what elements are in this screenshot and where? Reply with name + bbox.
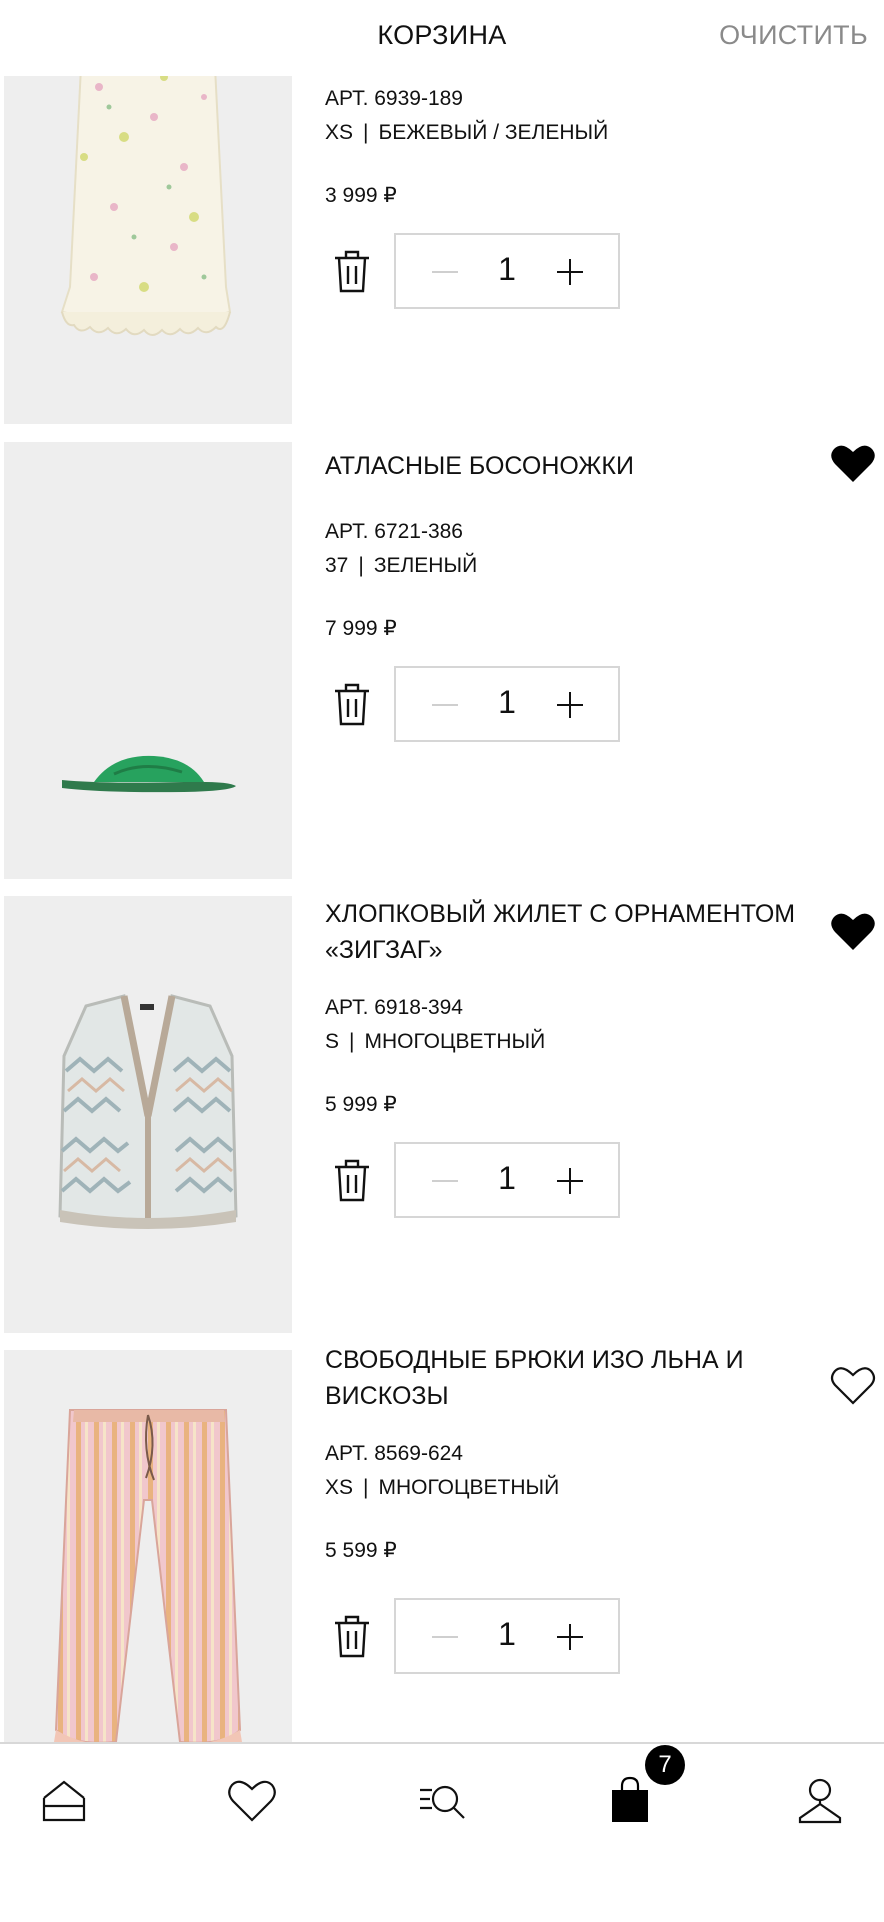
decrease-quantity-button[interactable] [416, 1610, 476, 1662]
separator: | [363, 121, 369, 144]
product-color: ЗЕЛЕНЫЙ [373, 554, 478, 577]
increase-quantity-button[interactable] [540, 1610, 600, 1662]
favorite-heart-icon[interactable] [830, 442, 876, 484]
trash-icon[interactable] [333, 249, 371, 295]
separator: | [358, 554, 364, 577]
quantity-stepper: 1 [394, 1598, 620, 1674]
product-size-color: S | МНОГОЦВЕТНЫЙ [325, 1030, 545, 1054]
favorite-heart-outline-icon[interactable] [830, 1364, 876, 1406]
search-catalog-icon [420, 1785, 465, 1819]
product-size: XS [325, 1476, 354, 1499]
product-color: МНОГОЦВЕТНЫЙ [364, 1030, 546, 1053]
product-article: АРТ. 6721-386 [325, 520, 463, 543]
trash-icon[interactable] [333, 682, 371, 728]
product-size: S [325, 1030, 340, 1053]
product-color: БЕЖЕВЫЙ / ЗЕЛЕНЫЙ [378, 121, 609, 144]
quantity-value: 1 [498, 1160, 516, 1196]
product-article: АРТ. 8569-624 [325, 1442, 463, 1465]
quantity-stepper: 1 [394, 1142, 620, 1218]
home-icon [42, 1780, 86, 1822]
decrease-quantity-button[interactable] [416, 678, 476, 730]
product-price: 5 599 ₽ [325, 1539, 397, 1562]
clear-cart-button[interactable]: ОЧИСТИТЬ [719, 20, 868, 51]
product-color: МНОГОЦВЕТНЫЙ [378, 1476, 560, 1499]
separator: | [349, 1030, 355, 1053]
profile-icon [798, 1778, 842, 1824]
product-size: 37 [325, 554, 349, 577]
product-article: АРТ. 6918-394 [325, 996, 463, 1019]
product-image-zigzag-knit-vest[interactable] [4, 896, 292, 1333]
increase-quantity-button[interactable] [540, 245, 600, 297]
product-name[interactable]: АТЛАСНЫЕ БОСОНОЖКИ [325, 448, 825, 484]
product-price: 5 999 ₽ [325, 1093, 397, 1116]
product-article: АРТ. 6939-189 [325, 87, 463, 110]
cart-list: АРТ. 6939-189 XS | БЕЖЕВЫЙ / ЗЕЛЕНЫЙ 3 999… [0, 0, 884, 1742]
tab-favorites[interactable] [222, 1770, 282, 1830]
heart-icon [228, 1780, 276, 1822]
product-size: XS [325, 121, 354, 144]
product-price: 7 999 ₽ [325, 617, 397, 640]
quantity-value: 1 [498, 684, 516, 720]
top-bar: КОРЗИНА ОЧИСТИТЬ [0, 0, 884, 76]
product-name[interactable]: СВОБОДНЫЕ БРЮКИ ИЗО ЛЬНА И ВИСКОЗЫ [325, 1342, 825, 1414]
tab-catalog-search[interactable] [412, 1770, 472, 1830]
decrease-quantity-button[interactable] [416, 1154, 476, 1206]
product-image-green-slide-sandal[interactable] [4, 442, 292, 879]
trash-icon[interactable] [333, 1614, 371, 1660]
product-size-color: XS | МНОГОЦВЕТНЫЙ [325, 1476, 559, 1500]
increase-quantity-button[interactable] [540, 1154, 600, 1206]
bottom-tab-bar [0, 1742, 884, 1922]
product-size-color: XS | БЕЖЕВЫЙ / ЗЕЛЕНЫЙ [325, 121, 608, 145]
decrease-quantity-button[interactable] [416, 245, 476, 297]
trash-icon[interactable] [333, 1158, 371, 1204]
product-size-color: 37 | ЗЕЛЕНЫЙ [325, 554, 477, 578]
quantity-stepper: 1 [394, 666, 620, 742]
tab-home[interactable] [34, 1770, 94, 1830]
quantity-value: 1 [498, 251, 516, 287]
tab-profile[interactable] [790, 1770, 850, 1830]
product-price: 3 999 ₽ [325, 184, 397, 207]
favorite-heart-icon[interactable] [830, 910, 876, 952]
product-image-striped-linen-trousers[interactable] [4, 1350, 292, 1742]
quantity-stepper: 1 [394, 233, 620, 309]
product-name[interactable]: ХЛОПКОВЫЙ ЖИЛЕТ С ОРНАМЕНТОМ «ЗИГЗАГ» [325, 896, 825, 968]
separator: | [363, 1476, 369, 1499]
increase-quantity-button[interactable] [540, 678, 600, 730]
quantity-value: 1 [498, 1616, 516, 1652]
cart-count-badge: 7 [645, 1745, 685, 1785]
